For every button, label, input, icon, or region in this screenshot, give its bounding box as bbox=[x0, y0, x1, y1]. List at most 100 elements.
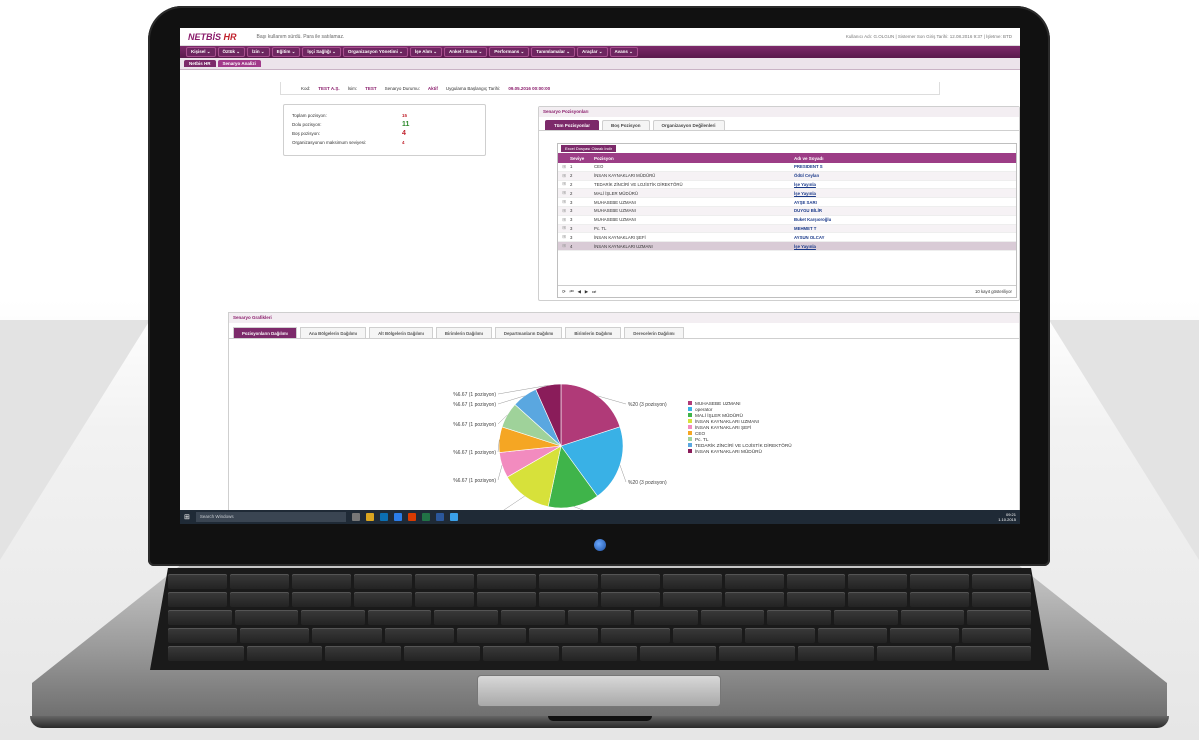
keyboard-key[interactable] bbox=[353, 592, 413, 607]
keyboard-key[interactable] bbox=[168, 610, 232, 625]
logo-suffix: HR bbox=[221, 31, 237, 42]
pie-slice-label: %6.67 (1 pozisyon) bbox=[453, 402, 496, 408]
keyboard-key[interactable] bbox=[961, 628, 1032, 643]
keyboard-key[interactable] bbox=[601, 628, 671, 643]
system-clock[interactable]: 09:21 1.10.2015 bbox=[998, 512, 1020, 522]
floor-shape-left bbox=[0, 320, 150, 560]
windows-start-icon[interactable]: ⊞ bbox=[184, 513, 190, 521]
legend-label: CEO bbox=[695, 430, 706, 436]
keyboard-key[interactable] bbox=[848, 574, 908, 589]
store-icon[interactable] bbox=[379, 513, 388, 521]
pie-slice-label: %20 (3 pozisyon) bbox=[628, 402, 667, 408]
laptop-notch bbox=[548, 716, 652, 721]
floor-shape-right bbox=[1049, 320, 1199, 560]
keyboard-key[interactable] bbox=[367, 610, 432, 625]
keyboard-key[interactable] bbox=[673, 628, 743, 643]
keyboard-key[interactable] bbox=[482, 646, 559, 661]
keyboard-key[interactable] bbox=[404, 646, 480, 661]
taskbar-search[interactable]: Search Windows bbox=[195, 512, 346, 522]
keyboard-key[interactable] bbox=[234, 610, 299, 625]
keyboard-key[interactable] bbox=[240, 628, 310, 643]
keyboard-key[interactable] bbox=[291, 592, 351, 607]
keyboard-row bbox=[168, 592, 1032, 607]
keyboard-key[interactable] bbox=[817, 628, 887, 643]
keyboard-key[interactable] bbox=[567, 610, 632, 625]
keyboard-key[interactable] bbox=[477, 592, 537, 607]
keyboard-key[interactable] bbox=[477, 574, 537, 589]
legend-label: İNSAN KAYNAKLARI MÜDÜRÜ bbox=[695, 448, 762, 454]
task-view-icon[interactable] bbox=[351, 513, 360, 521]
legend-item[interactable]: TEDARİK ZİNCİRİ VE LOJİSTİK DİREKTÖRÜ bbox=[688, 442, 792, 448]
legend-swatch bbox=[688, 413, 692, 417]
pie-slice-label: %6.67 (1 pozisyon) bbox=[453, 450, 496, 456]
pie-slice-label: %6.67 (1 pozisyon) bbox=[453, 392, 496, 398]
keyboard-key[interactable] bbox=[229, 592, 289, 607]
keyboard-key[interactable] bbox=[767, 610, 832, 625]
keyboard-key[interactable] bbox=[601, 574, 660, 589]
keyboard bbox=[168, 574, 1032, 664]
excel-icon[interactable] bbox=[421, 513, 430, 521]
keyboard-key[interactable] bbox=[291, 574, 351, 589]
keyboard-key[interactable] bbox=[900, 610, 965, 625]
keyboard-key[interactable] bbox=[528, 628, 599, 643]
keyboard-key[interactable] bbox=[640, 646, 717, 661]
keyboard-key[interactable] bbox=[972, 574, 1032, 589]
keyboard-key[interactable] bbox=[601, 592, 660, 607]
file-explorer-icon[interactable] bbox=[365, 513, 374, 521]
keyboard-key[interactable] bbox=[501, 610, 565, 625]
powerpoint-icon[interactable] bbox=[407, 513, 416, 521]
keyboard-key[interactable] bbox=[719, 646, 795, 661]
user-info: Kullanıcı Adı: G.OLGUN | Sistemer Son Gi… bbox=[845, 34, 1012, 39]
webcam-icon bbox=[594, 539, 606, 551]
legend-swatch bbox=[688, 425, 692, 429]
keyboard-key[interactable] bbox=[662, 592, 722, 607]
keyboard-key[interactable] bbox=[834, 610, 898, 625]
keyboard-key[interactable] bbox=[972, 592, 1032, 607]
keyboard-key[interactable] bbox=[561, 646, 638, 661]
keyboard-key[interactable] bbox=[662, 574, 722, 589]
keyboard-key[interactable] bbox=[312, 628, 382, 643]
keyboard-key[interactable] bbox=[634, 610, 698, 625]
keyboard-key[interactable] bbox=[353, 574, 413, 589]
keyboard-key[interactable] bbox=[168, 592, 227, 607]
keyboard-key[interactable] bbox=[955, 646, 1032, 661]
edge-icon[interactable] bbox=[393, 513, 402, 521]
app-header: NETBİS HR Başı kullanım sürdü. Para ile … bbox=[180, 28, 1020, 46]
keyboard-key[interactable] bbox=[229, 574, 289, 589]
keyboard-key[interactable] bbox=[456, 628, 526, 643]
keyboard-row bbox=[168, 610, 1031, 625]
keyboard-key[interactable] bbox=[910, 574, 970, 589]
keyboard-key[interactable] bbox=[325, 646, 402, 661]
keyboard-key[interactable] bbox=[797, 646, 874, 661]
keyboard-key[interactable] bbox=[539, 592, 599, 607]
keyboard-key[interactable] bbox=[168, 628, 238, 643]
legend-swatch bbox=[688, 431, 692, 435]
keyboard-key[interactable] bbox=[848, 592, 908, 607]
keyboard-key[interactable] bbox=[889, 628, 959, 643]
keyboard-key[interactable] bbox=[745, 628, 815, 643]
keyboard-key[interactable] bbox=[246, 646, 323, 661]
keyboard-key[interactable] bbox=[168, 574, 227, 589]
keyboard-key[interactable] bbox=[168, 646, 244, 661]
keyboard-key[interactable] bbox=[301, 610, 365, 625]
legend-item[interactable]: İNSAN KAYNAKLARI MÜDÜRÜ bbox=[688, 448, 792, 454]
keyboard-key[interactable] bbox=[434, 610, 499, 625]
trackpad[interactable] bbox=[478, 676, 720, 706]
legend-swatch bbox=[688, 407, 692, 411]
browser-icon[interactable] bbox=[449, 513, 458, 521]
keyboard-key[interactable] bbox=[967, 610, 1031, 625]
word-icon[interactable] bbox=[435, 513, 444, 521]
keyboard-key[interactable] bbox=[539, 574, 599, 589]
keyboard-key[interactable] bbox=[700, 610, 765, 625]
keyboard-key[interactable] bbox=[724, 574, 784, 589]
app-logo[interactable]: NETBİS HR bbox=[188, 32, 237, 42]
keyboard-key[interactable] bbox=[415, 574, 475, 589]
keyboard-key[interactable] bbox=[786, 592, 846, 607]
keyboard-key[interactable] bbox=[384, 628, 454, 643]
keyboard-key[interactable] bbox=[910, 592, 970, 607]
legend-label: Pc. TL bbox=[695, 436, 709, 442]
keyboard-key[interactable] bbox=[876, 646, 953, 661]
keyboard-key[interactable] bbox=[724, 592, 784, 607]
keyboard-key[interactable] bbox=[786, 574, 846, 589]
keyboard-key[interactable] bbox=[415, 592, 475, 607]
